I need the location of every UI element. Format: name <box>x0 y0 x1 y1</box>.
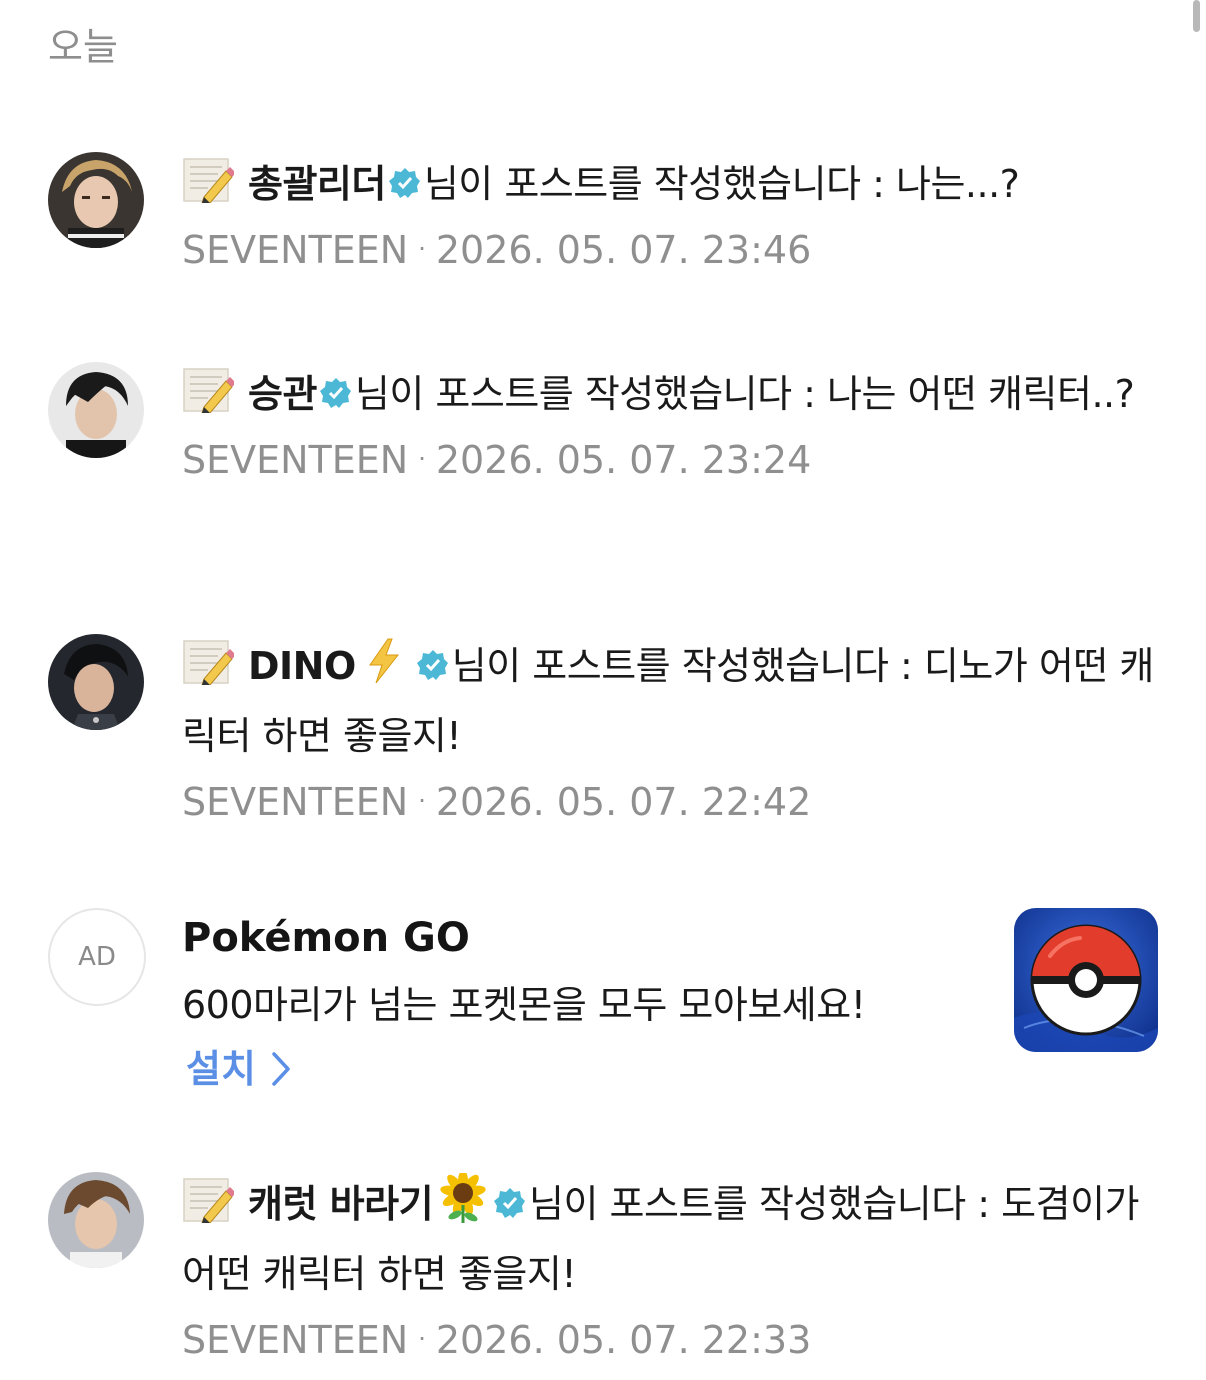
section-label-today: 오늘 <box>48 25 118 69</box>
memo-icon <box>182 367 236 414</box>
source-label: SEVENTEEN <box>182 780 409 824</box>
notification-message: 님이 포스트를 작성했습니다 : 나는 어떤 캐릭터..? <box>354 372 1135 416</box>
user-name[interactable]: DINO <box>248 644 356 688</box>
timestamp: 2026. 05. 07. 22:42 <box>435 780 812 824</box>
ad-description: 600마리가 넘는 포켓몬을 모두 모아보세요! <box>182 983 866 1027</box>
separator-dot: · <box>418 235 426 263</box>
install-button[interactable]: 설치 <box>186 1042 292 1096</box>
ad-title[interactable]: Pokémon GO <box>182 912 470 964</box>
sunflower-icon <box>439 1170 487 1242</box>
separator-dot: · <box>418 1325 426 1353</box>
source-label: SEVENTEEN <box>182 228 409 272</box>
ad-badge: AD <box>48 908 146 1006</box>
notification-meta: SEVENTEEN · 2026. 05. 07. 23:46 <box>182 224 1156 275</box>
scrollbar[interactable] <box>1193 0 1200 32</box>
verified-badge-icon <box>319 365 353 408</box>
avatar[interactable] <box>48 634 144 730</box>
memo-icon <box>182 1177 236 1224</box>
user-name[interactable]: 승관 <box>248 372 317 416</box>
timestamp: 2026. 05. 07. 23:46 <box>435 228 812 272</box>
source-label: SEVENTEEN <box>182 438 409 482</box>
notification-meta: SEVENTEEN · 2026. 05. 07. 22:33 <box>182 1314 1156 1365</box>
user-name[interactable]: 캐럿 바라기 <box>248 1182 434 1226</box>
memo-icon <box>182 639 236 686</box>
ad-banner[interactable]: AD Pokémon GO 600마리가 넘는 포켓몬을 모두 모아보세요! 설… <box>0 880 1206 1110</box>
source-label: SEVENTEEN <box>182 1318 409 1362</box>
install-label: 설치 <box>186 1047 256 1091</box>
verified-badge-icon <box>493 1175 527 1218</box>
verified-badge-icon <box>416 637 450 680</box>
chevron-right-icon <box>272 1052 290 1086</box>
notification-meta: SEVENTEEN · 2026. 05. 07. 22:42 <box>182 776 1156 827</box>
user-name[interactable]: 총괄리더 <box>248 162 386 206</box>
separator-dot: · <box>418 787 426 815</box>
lightning-icon <box>362 637 406 704</box>
notification-message: 님이 포스트를 작성했습니다 : 나는...? <box>423 162 1020 206</box>
memo-icon <box>182 157 236 204</box>
notification-meta: SEVENTEEN · 2026. 05. 07. 23:24 <box>182 434 1156 485</box>
notification-page: 오늘 총괄리더 님이 포스트를 작성했습니다: 나는...? SEVENTEE… <box>0 0 1206 1380</box>
pokeball-icon[interactable] <box>1014 908 1158 1052</box>
avatar[interactable] <box>48 362 144 458</box>
timestamp: 2026. 05. 07. 22:33 <box>435 1318 812 1362</box>
avatar[interactable] <box>48 1172 144 1268</box>
timestamp: 2026. 05. 07. 23:24 <box>435 438 812 482</box>
avatar[interactable] <box>48 152 144 248</box>
separator-dot: · <box>418 445 426 473</box>
verified-badge-icon <box>388 155 422 198</box>
